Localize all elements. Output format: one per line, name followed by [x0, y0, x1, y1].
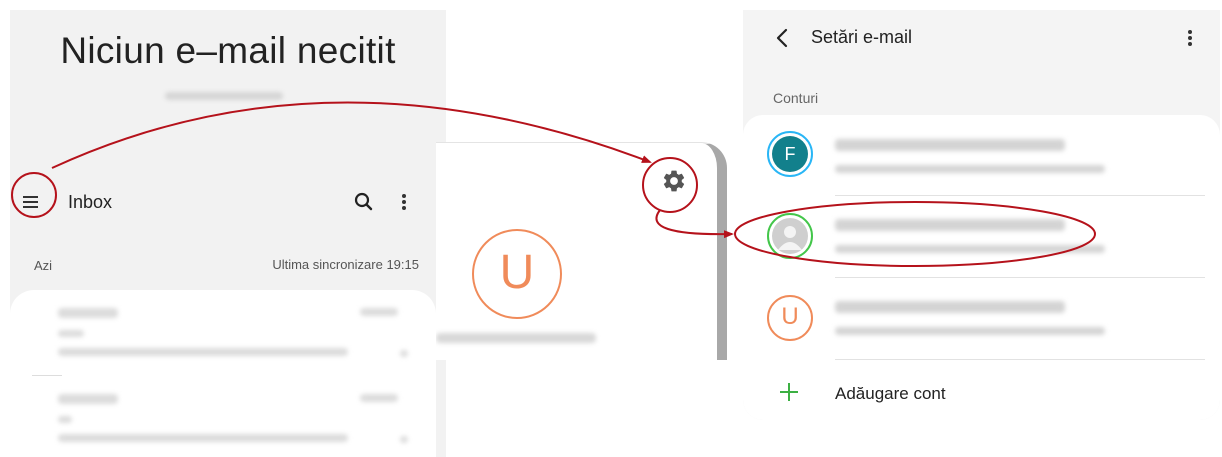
last-sync-status: Ultima sincronizare 19:15	[272, 257, 419, 272]
mail-list	[10, 290, 436, 457]
account-row[interactable]: U	[743, 279, 1220, 359]
inbox-screen: Niciun e–mail necitit Inbox Azi Ultima s…	[10, 10, 446, 457]
divider	[835, 195, 1205, 196]
more-vert-icon[interactable]	[394, 188, 414, 216]
accounts-section-label: Conturi	[773, 90, 819, 106]
person-icon	[772, 218, 808, 254]
account-avatar: U	[767, 295, 813, 341]
drawer-screen: U	[436, 142, 727, 360]
gear-icon[interactable]	[661, 168, 687, 194]
inbox-title: Inbox	[68, 192, 113, 212]
menu-icon[interactable]	[14, 184, 50, 220]
account-avatar	[767, 213, 813, 259]
mail-item[interactable]	[48, 388, 420, 457]
section-today: Azi	[34, 258, 53, 273]
account-email-blurred	[436, 333, 596, 343]
inbox-toolbar: Inbox	[10, 180, 446, 230]
add-account-label: Adăugare cont	[835, 384, 946, 403]
more-vert-icon[interactable]	[1184, 24, 1196, 52]
empty-inbox-title: Niciun e–mail necitit	[60, 30, 396, 71]
avatar-letter: F	[772, 136, 808, 172]
mail-item[interactable]	[48, 302, 420, 372]
add-account-button[interactable]: Adăugare cont	[743, 360, 1220, 420]
account-row[interactable]	[743, 197, 1220, 277]
account-row[interactable]: F	[743, 115, 1220, 195]
account-email-blurred	[165, 92, 283, 100]
back-arrow-icon[interactable]	[771, 24, 795, 52]
mail-divider	[32, 375, 62, 376]
account-avatar: F	[767, 131, 813, 177]
accounts-card: F U Adăugare cont	[743, 115, 1220, 420]
plus-icon	[779, 382, 799, 402]
search-icon[interactable]	[350, 188, 378, 216]
page-title: Setări e-mail	[811, 27, 913, 47]
account-avatar: U	[472, 229, 562, 319]
divider	[835, 277, 1205, 278]
settings-screen: Setări e-mail Conturi F U Adăugare cont	[743, 10, 1220, 420]
